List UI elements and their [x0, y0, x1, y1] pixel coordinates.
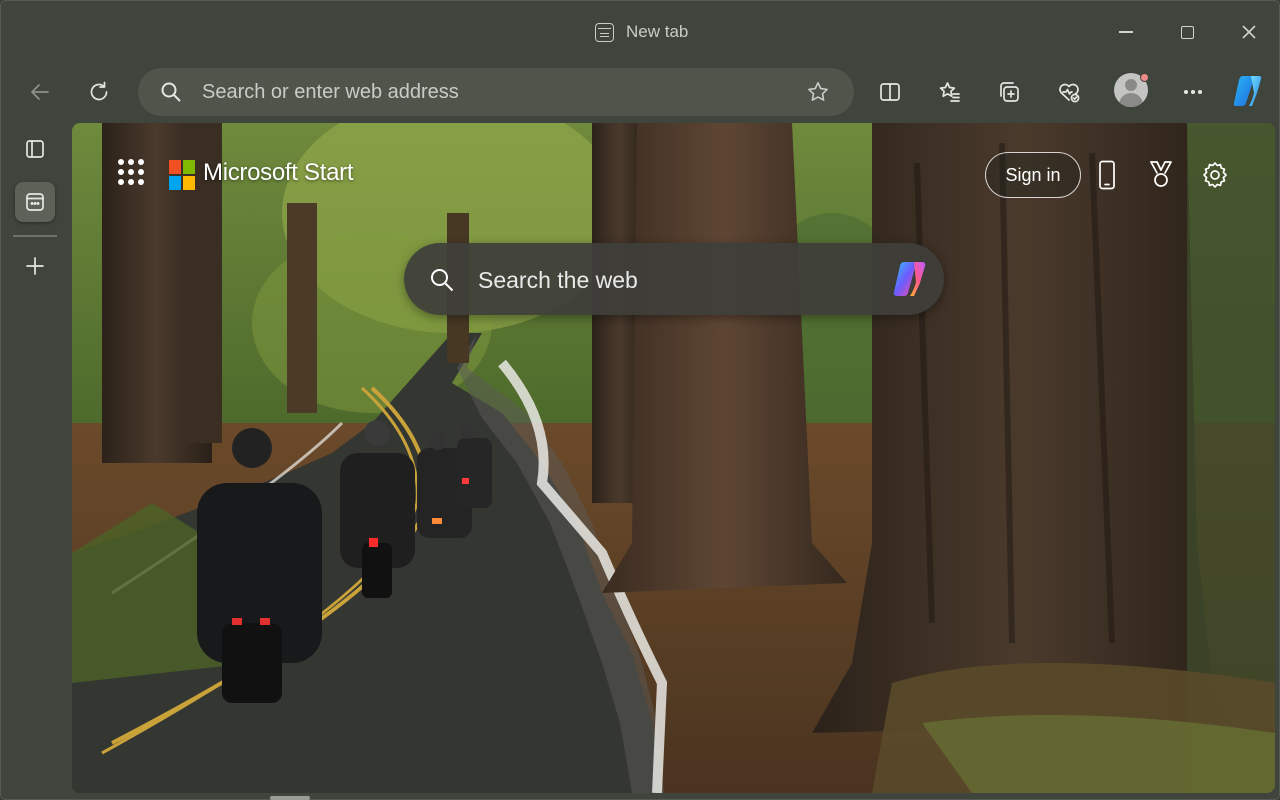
star-icon — [808, 82, 828, 101]
more-button[interactable] — [1175, 74, 1211, 110]
refresh-button[interactable] — [81, 74, 117, 110]
browser-window: New tab Search or enter web address Micr… — [0, 0, 1280, 800]
back-arrow-icon — [31, 84, 49, 100]
favorite-star-button[interactable] — [806, 80, 830, 104]
phone-button[interactable] — [1089, 155, 1125, 195]
refresh-icon — [90, 81, 108, 101]
gear-icon — [1203, 162, 1227, 188]
title-bar: New tab — [1, 1, 1279, 61]
notification-dot — [1140, 73, 1149, 82]
more-icon — [1183, 89, 1203, 95]
window-title: New tab — [595, 21, 688, 43]
background-image — [72, 123, 1275, 793]
copilot-icon — [893, 262, 926, 296]
tab-actions-icon — [26, 140, 44, 158]
close-button[interactable] — [1226, 15, 1272, 49]
plus-icon — [26, 257, 44, 275]
apps-grid-dot — [138, 179, 144, 185]
apps-grid-dot — [118, 169, 124, 175]
collections-button[interactable] — [991, 74, 1027, 110]
browser-essentials-button[interactable] — [1051, 74, 1087, 110]
split-screen-button[interactable] — [872, 74, 908, 110]
split-screen-icon — [880, 83, 900, 101]
apps-grid-dot — [118, 179, 124, 185]
copilot-icon — [1233, 76, 1262, 106]
phone-icon — [1099, 160, 1115, 190]
add-tab-button[interactable] — [15, 246, 55, 286]
brand-title[interactable]: Microsoft Start — [203, 159, 354, 187]
new-tab-item[interactable] — [15, 182, 55, 222]
minimize-icon — [1119, 31, 1133, 33]
window-title-text: New tab — [626, 22, 689, 41]
search-icon — [429, 267, 455, 293]
avatar-body — [1119, 93, 1143, 107]
scroll-indicator — [270, 796, 310, 800]
logo-green — [183, 159, 195, 174]
minimize-button[interactable] — [1103, 15, 1149, 49]
web-search-box[interactable] — [404, 243, 944, 315]
trophy-icon — [1150, 161, 1172, 187]
browser-toolbar — [1, 61, 1279, 123]
browser-essentials-icon — [1059, 83, 1080, 103]
microsoft-logo — [169, 159, 195, 190]
settings-button[interactable] — [1197, 155, 1233, 195]
avatar-head — [1125, 79, 1137, 91]
address-input[interactable] — [202, 78, 792, 106]
apps-grid-dot — [128, 179, 134, 185]
apps-grid-dot — [118, 159, 124, 165]
new-tab-page: Microsoft Start Sign in — [72, 123, 1275, 793]
copilot-search-button[interactable] — [888, 257, 932, 301]
sidebar-divider — [13, 235, 57, 237]
apps-grid-dot — [128, 159, 134, 165]
web-search-input[interactable] — [478, 263, 878, 297]
search-icon — [160, 81, 182, 103]
maximize-icon — [1180, 25, 1194, 39]
favorites-icon — [939, 82, 960, 102]
tab-page-icon — [595, 22, 614, 42]
new-tab-icon — [26, 193, 44, 211]
maximize-button[interactable] — [1164, 15, 1210, 49]
sign-in-button[interactable]: Sign in — [985, 152, 1081, 198]
copilot-button[interactable] — [1231, 73, 1267, 109]
logo-red — [169, 159, 181, 174]
logo-blue — [169, 175, 181, 190]
vertical-tab-sidebar — [1, 123, 69, 799]
apps-grid-dot — [138, 159, 144, 165]
rewards-button[interactable] — [1143, 155, 1179, 195]
close-icon — [1242, 25, 1256, 39]
logo-yellow — [183, 175, 195, 190]
address-bar[interactable] — [138, 68, 854, 116]
collections-icon — [1000, 82, 1019, 102]
tab-actions-button[interactable] — [15, 129, 55, 169]
apps-grid-dot — [138, 169, 144, 175]
favorites-button[interactable] — [932, 74, 968, 110]
apps-grid-dot — [128, 169, 134, 175]
back-button[interactable] — [22, 74, 58, 110]
apps-grid-button[interactable] — [118, 159, 144, 185]
